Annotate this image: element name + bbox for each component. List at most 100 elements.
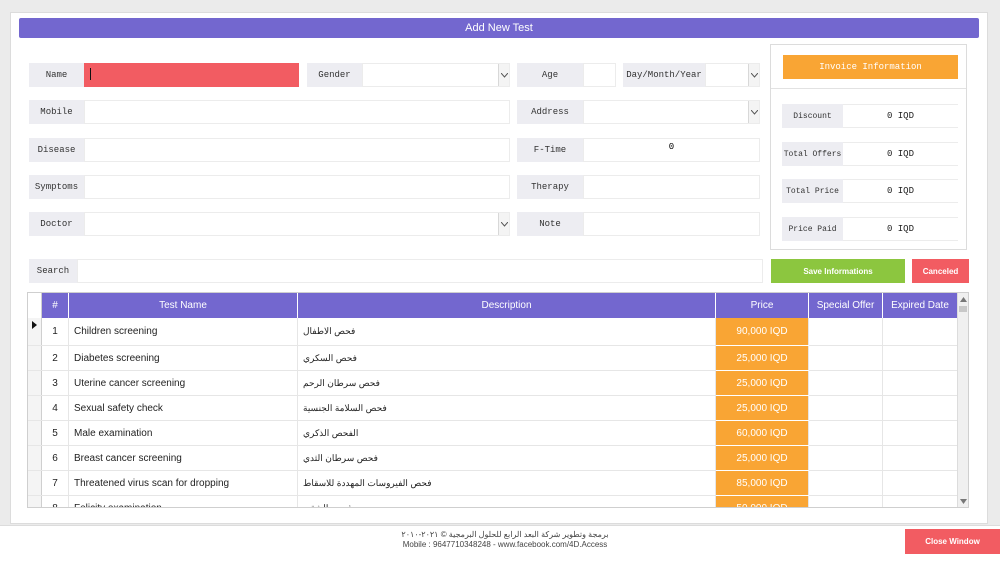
tests-table: # Test Name Description Price Special Of… <box>27 292 969 508</box>
close-window-button[interactable]: Close Window <box>905 529 1000 554</box>
total-price-value: 0 IQD <box>843 179 958 203</box>
row-header[interactable] <box>28 420 42 446</box>
column-header-description[interactable]: Description <box>297 293 716 318</box>
cell-price: 25,000 IQD <box>715 395 809 421</box>
cell-special-offer <box>808 345 883 371</box>
cell-num: 7 <box>41 470 69 496</box>
chevron-down-icon[interactable] <box>498 213 509 235</box>
save-button[interactable]: Save Informations <box>771 259 905 283</box>
cell-description: فحص السلامة الجنسية <box>297 395 716 421</box>
table-row[interactable]: 6 Breast cancer screening فحص سرطان الثد… <box>28 445 958 471</box>
disease-input[interactable] <box>84 138 510 162</box>
cell-num: 8 <box>41 495 69 507</box>
discount-value: 0 IQD <box>843 104 958 128</box>
table-row[interactable]: 2 Diabetes screening فحص السكري 25,000 I… <box>28 345 958 371</box>
age-unit-select[interactable] <box>705 63 760 87</box>
scroll-up-icon[interactable] <box>958 294 968 304</box>
price-paid-value: 0 IQD <box>843 217 958 241</box>
cell-num: 1 <box>41 318 69 346</box>
cell-special-offer <box>808 370 883 396</box>
scrollbar-thumb[interactable] <box>959 306 967 312</box>
table-vertical-scrollbar[interactable] <box>957 293 968 507</box>
mobile-label: Mobile <box>29 100 84 124</box>
cell-special-offer <box>808 420 883 446</box>
row-header[interactable] <box>28 370 42 396</box>
age-unit-label: Day/Month/Year <box>623 63 705 87</box>
cell-special-offer <box>808 445 883 471</box>
symptoms-input[interactable] <box>84 175 510 199</box>
cell-price: 25,000 IQD <box>715 445 809 471</box>
address-label: Address <box>517 100 583 124</box>
price-paid-label: Price Paid <box>782 217 843 241</box>
cell-price: 90,000 IQD <box>715 318 809 346</box>
name-label: Name <box>29 63 84 87</box>
scroll-down-icon[interactable] <box>958 496 968 506</box>
column-header-price[interactable]: Price <box>715 293 809 318</box>
cell-num: 4 <box>41 395 69 421</box>
column-header-num[interactable]: # <box>41 293 69 318</box>
cell-expired-date <box>882 470 958 496</box>
chevron-down-icon[interactable] <box>748 101 759 123</box>
age-input[interactable] <box>583 63 616 87</box>
ftime-label: F-Time <box>517 138 583 162</box>
mobile-input[interactable] <box>84 100 510 124</box>
age-label: Age <box>517 63 583 87</box>
gender-select[interactable] <box>362 63 510 87</box>
row-header[interactable] <box>28 470 42 496</box>
table-row[interactable]: 7 Threatened virus scan for dropping فحص… <box>28 470 958 496</box>
cell-special-offer <box>808 395 883 421</box>
search-input[interactable] <box>77 259 763 283</box>
cell-num: 2 <box>41 345 69 371</box>
chevron-down-icon[interactable] <box>498 64 509 86</box>
cell-test-name: Breast cancer screening <box>68 445 298 471</box>
footer-credits: برمجة وتطوير شركة البعد الرابع للحلول ال… <box>401 530 609 539</box>
table-row[interactable]: 1 Children screening فحص الاطفال 90,000 … <box>28 318 958 346</box>
row-header[interactable] <box>28 395 42 421</box>
cell-expired-date <box>882 318 958 346</box>
cell-test-name: Threatened virus scan for dropping <box>68 470 298 496</box>
cell-test-name: Children screening <box>68 318 298 346</box>
doctor-select[interactable] <box>84 212 510 236</box>
discount-label: Discount <box>782 104 843 128</box>
cell-test-name: Male examination <box>68 420 298 446</box>
row-header[interactable] <box>28 445 42 471</box>
gender-label: Gender <box>307 63 362 87</box>
row-header[interactable] <box>28 495 42 507</box>
cell-special-offer <box>808 318 883 346</box>
disease-label: Disease <box>29 138 84 162</box>
table-row[interactable]: 3 Uterine cancer screening فحص سرطان الر… <box>28 370 958 396</box>
row-header[interactable] <box>28 345 42 371</box>
therapy-input[interactable] <box>583 175 760 199</box>
cell-num: 5 <box>41 420 69 446</box>
cell-description: فحص الاطفال <box>297 318 716 346</box>
cell-description: فحص السكري <box>297 345 716 371</box>
cell-price: 60,000 IQD <box>715 420 809 446</box>
table-row[interactable]: 8 Felicity examination فحص الشقي 50,000 … <box>28 495 958 507</box>
row-header-corner <box>28 293 42 318</box>
column-header-special-offer[interactable]: Special Offer <box>808 293 883 318</box>
note-label: Note <box>517 212 583 236</box>
column-header-test-name[interactable]: Test Name <box>68 293 298 318</box>
chevron-down-icon[interactable] <box>748 64 759 86</box>
cancel-button[interactable]: Canceled <box>912 259 969 283</box>
table-row[interactable]: 4 Sexual safety check فحص السلامة الجنسي… <box>28 395 958 421</box>
ftime-value: 0 <box>668 142 675 152</box>
text-caret <box>90 68 91 80</box>
invoice-title: Invoice Information <box>783 55 958 79</box>
cell-expired-date <box>882 370 958 396</box>
note-input[interactable] <box>583 212 760 236</box>
cell-price: 25,000 IQD <box>715 345 809 371</box>
address-select[interactable] <box>583 100 760 124</box>
cell-special-offer <box>808 470 883 496</box>
table-row[interactable]: 5 Male examination الفحص الذكري 60,000 I… <box>28 420 958 446</box>
row-pointer-icon[interactable] <box>28 318 42 346</box>
column-header-expired-date[interactable]: Expired Date <box>882 293 958 318</box>
doctor-label: Doctor <box>29 212 84 236</box>
cell-description: فحص الشقي <box>297 495 716 507</box>
ftime-input[interactable]: 0 <box>583 138 760 162</box>
name-input[interactable] <box>84 63 299 87</box>
symptoms-label: Symptoms <box>29 175 84 199</box>
search-label: Search <box>29 259 77 283</box>
cell-description: فحص سرطان الرحم <box>297 370 716 396</box>
cell-description: فحص الفيروسات المهددة للاسقاط <box>297 470 716 496</box>
